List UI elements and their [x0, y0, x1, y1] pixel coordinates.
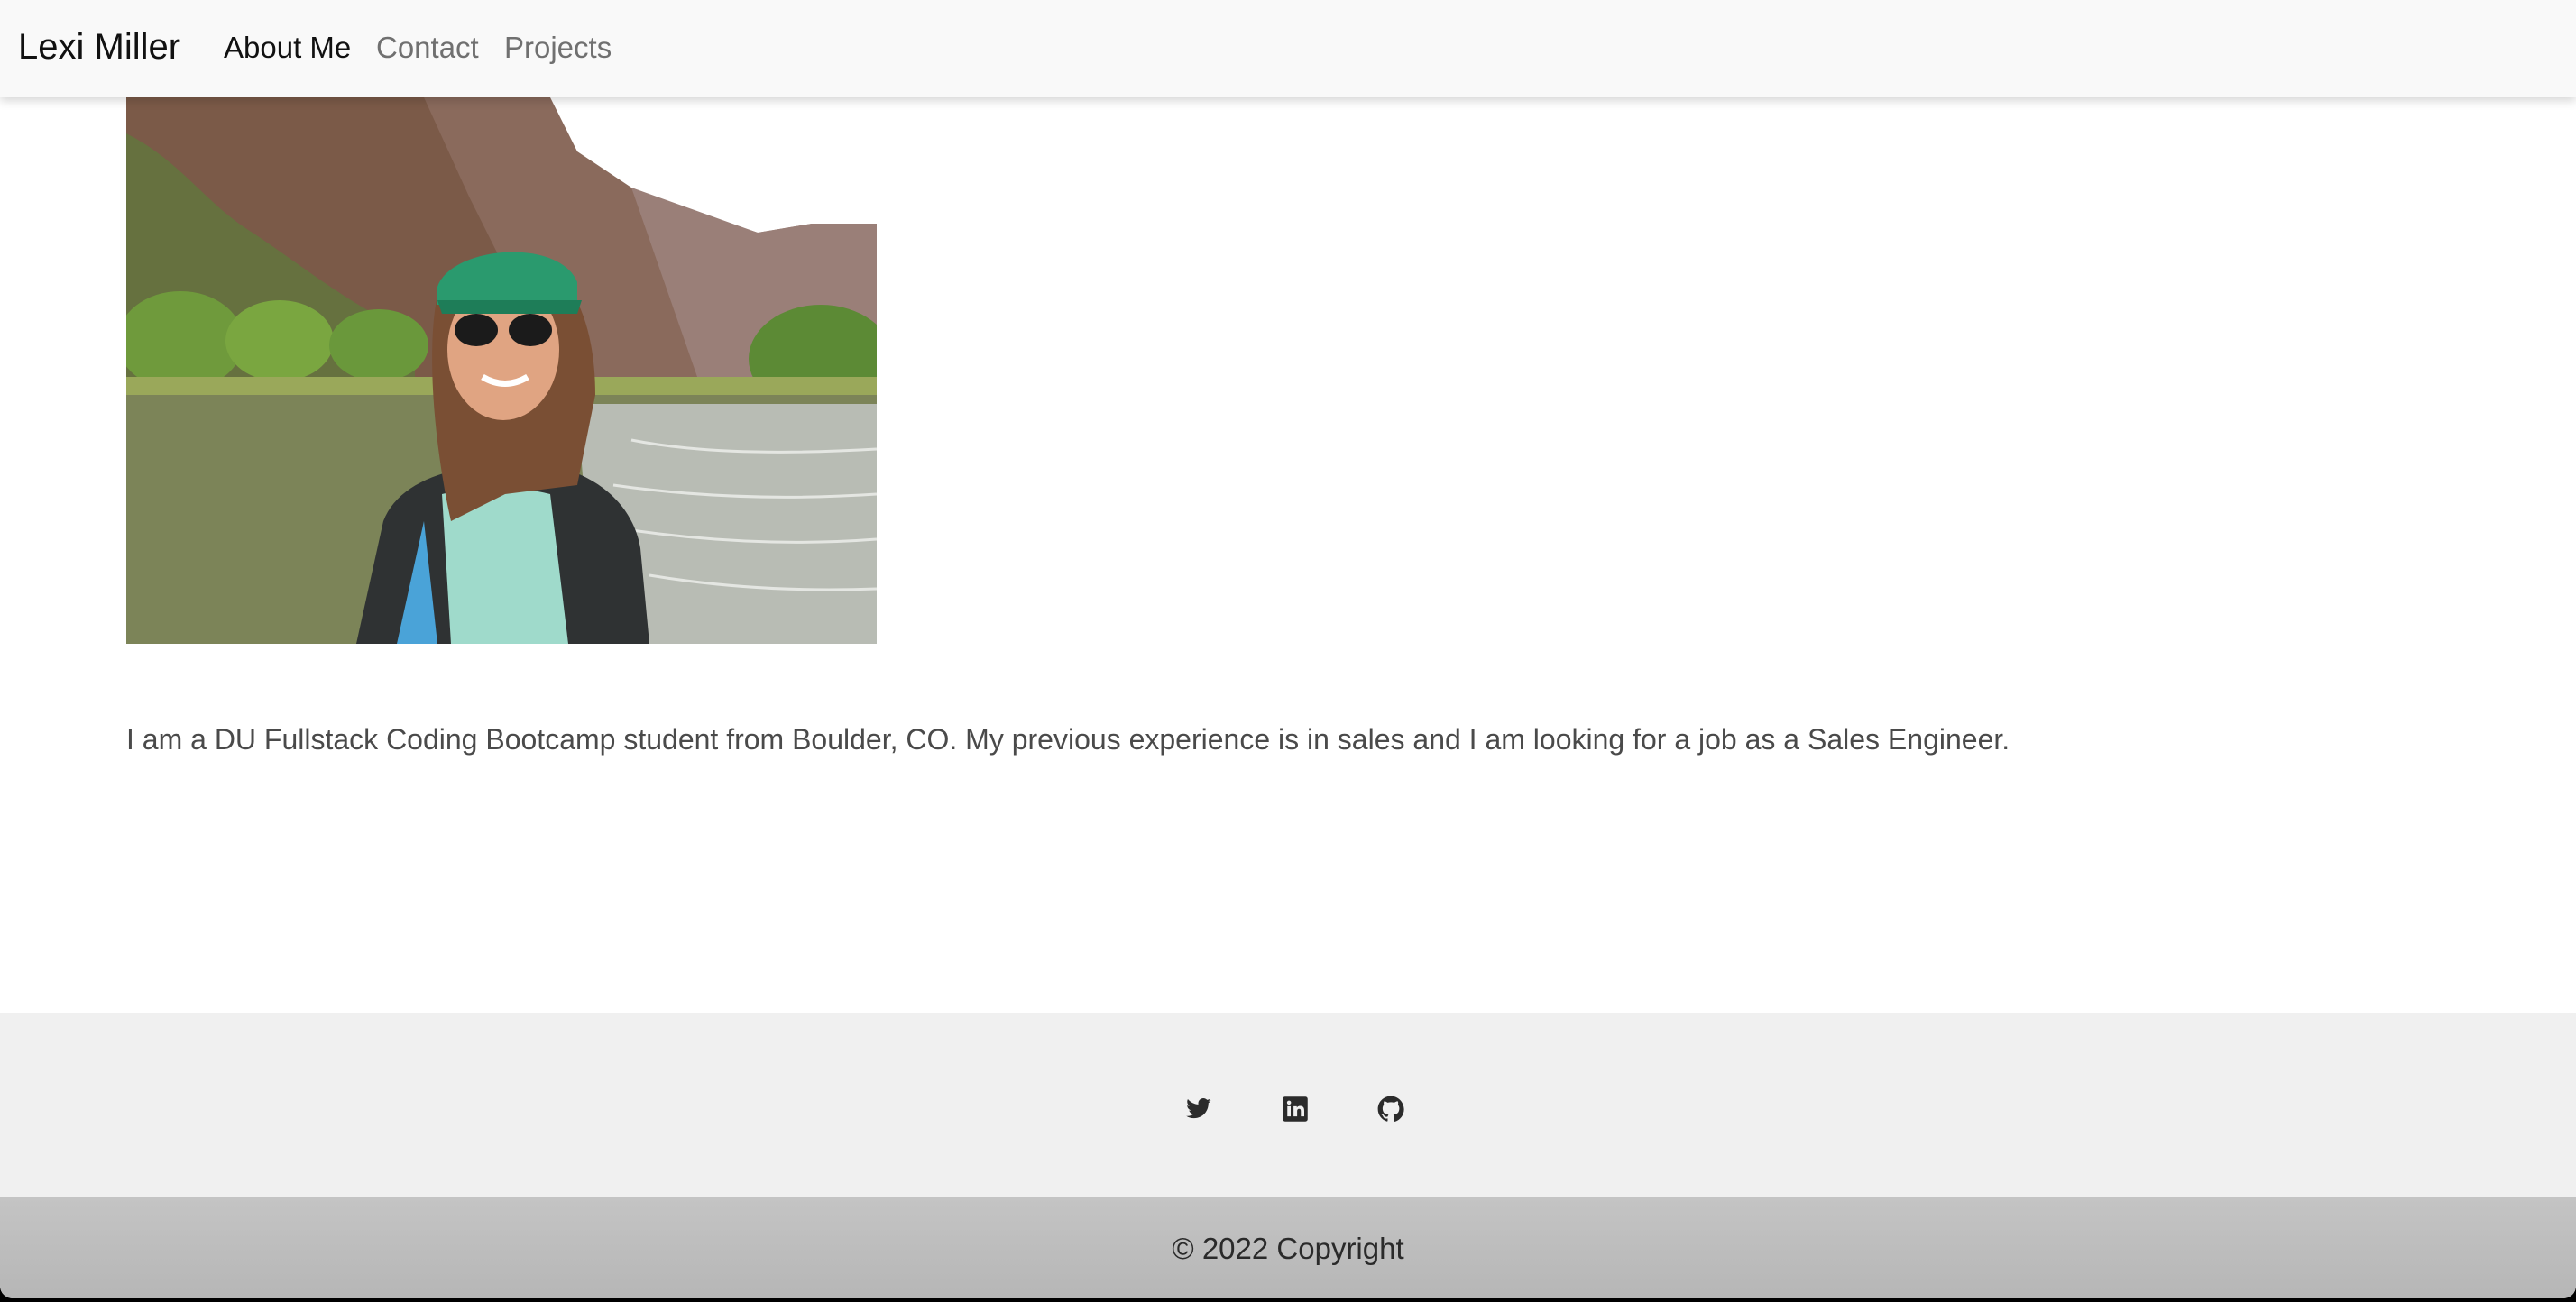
brand-link[interactable]: Lexi Miller	[18, 25, 180, 69]
bio-text: I am a DU Fullstack Coding Bootcamp stud…	[126, 723, 2010, 756]
footer	[0, 1013, 2576, 1197]
nav-about-me[interactable]: About Me	[224, 30, 351, 66]
linkedin-icon	[1283, 1096, 1308, 1122]
copyright-text: © 2022 Copyright	[1172, 1232, 1404, 1265]
navbar: Lexi Miller About Me Contact Projects	[0, 0, 2576, 97]
nav-projects[interactable]: Projects	[504, 30, 612, 66]
page: Lexi Miller About Me Contact Projects I …	[0, 0, 2576, 1298]
github-link[interactable]	[1375, 1093, 1407, 1125]
github-icon	[1377, 1096, 1404, 1122]
linkedin-link[interactable]	[1279, 1093, 1311, 1125]
profile-photo	[126, 97, 877, 644]
copyright-bar: © 2022 Copyright	[0, 1197, 2576, 1298]
nav-contact[interactable]: Contact	[376, 30, 479, 66]
twitter-icon	[1186, 1098, 1211, 1119]
twitter-link[interactable]	[1182, 1093, 1215, 1125]
